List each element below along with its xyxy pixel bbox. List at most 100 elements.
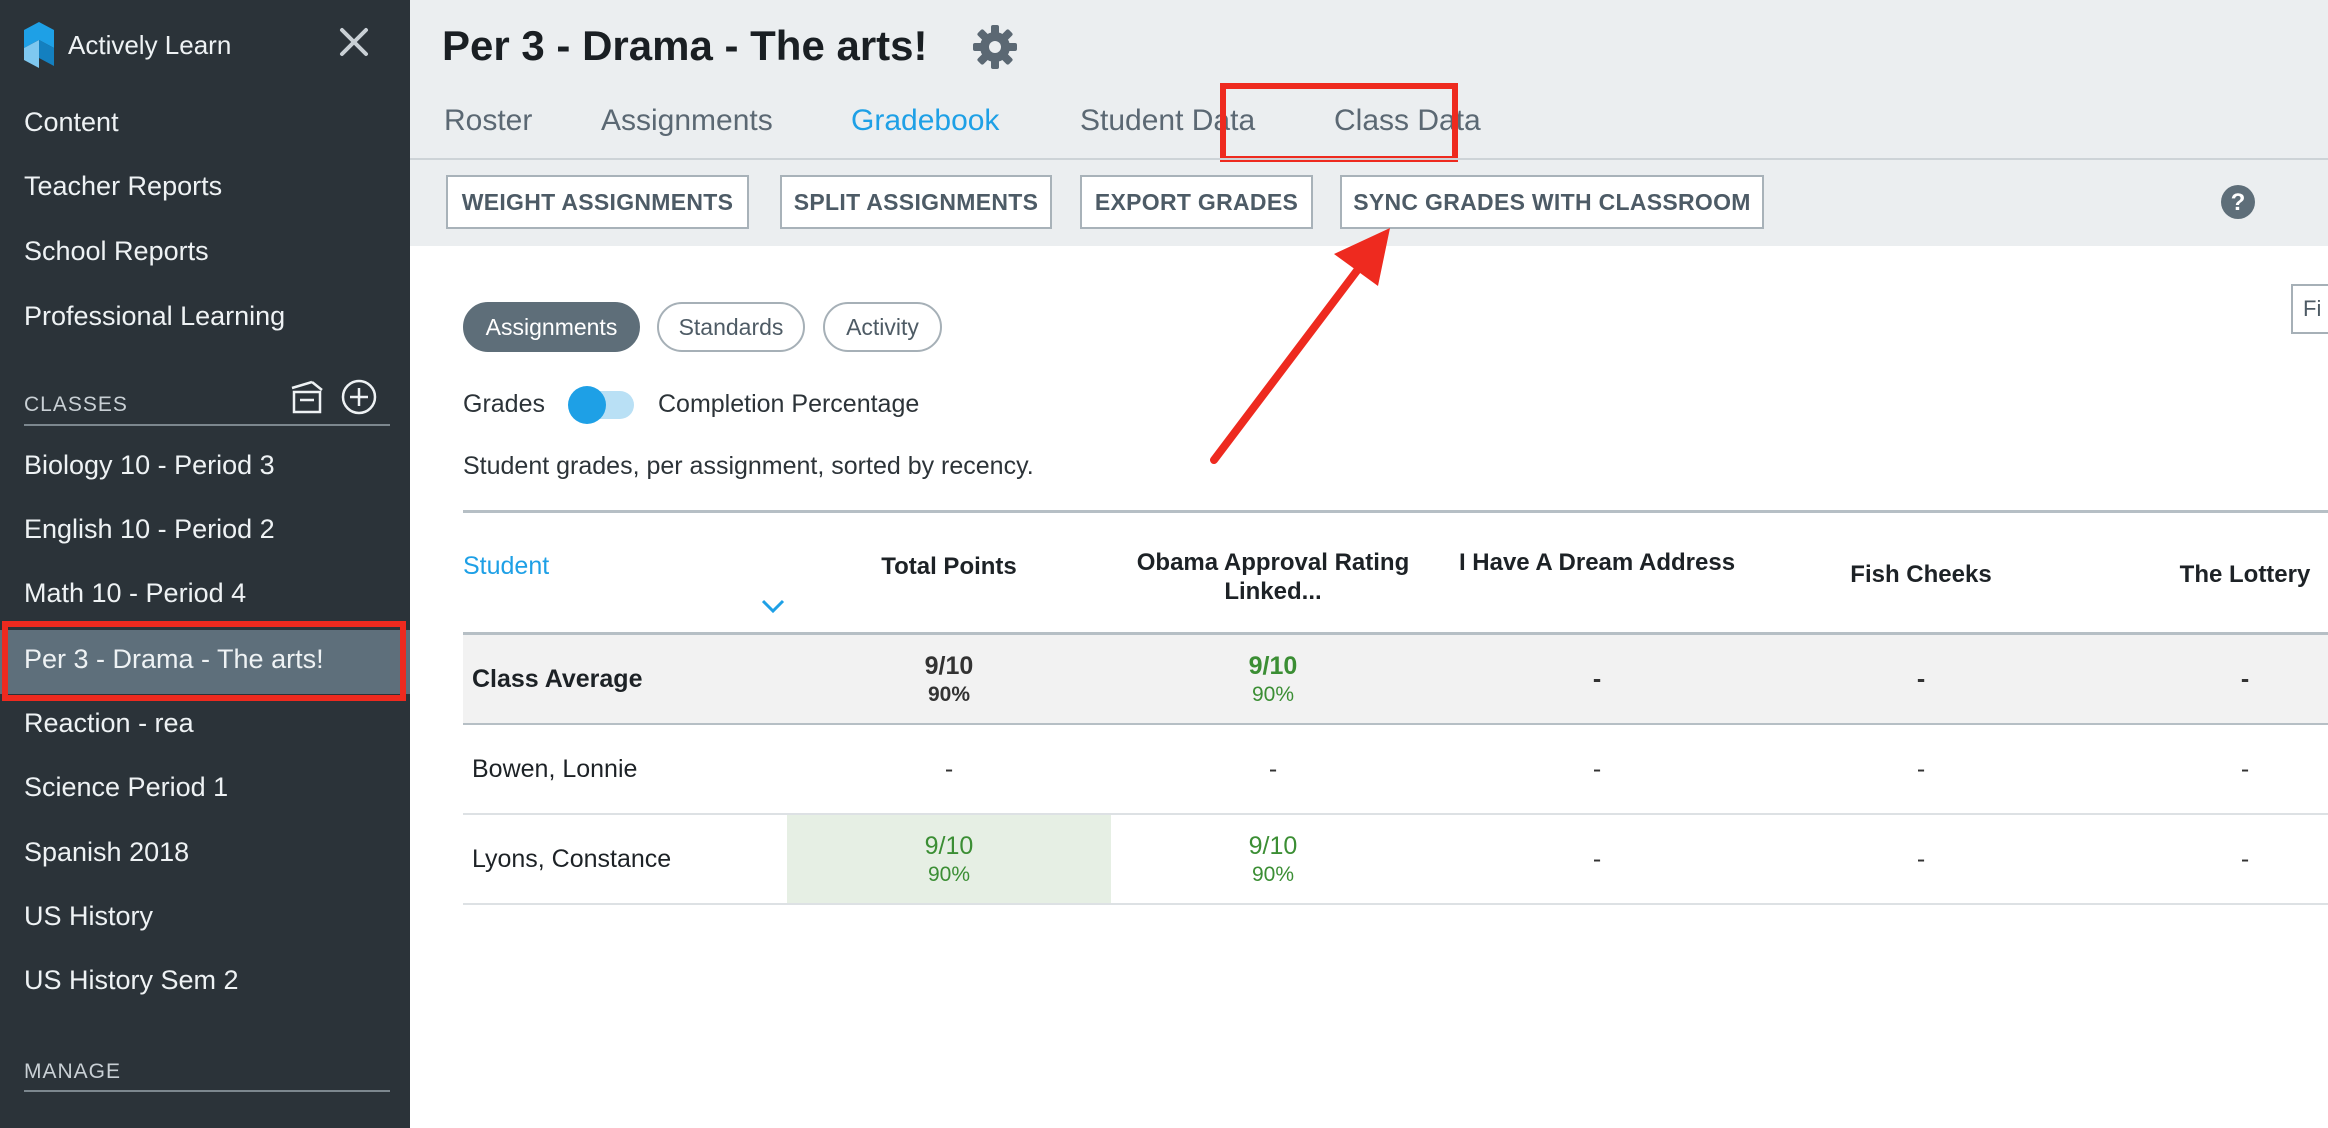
- class-item[interactable]: US History: [0, 887, 410, 951]
- row-label: Class Average: [472, 665, 643, 693]
- grade-cell[interactable]: 9/10 90%: [1111, 635, 1435, 723]
- table-description: Student grades, per assignment, sorted b…: [463, 452, 1034, 480]
- percent: 90%: [1251, 682, 1295, 706]
- class-item[interactable]: English 10 - Period 2: [0, 500, 410, 564]
- tab-gradebook[interactable]: Gradebook: [851, 104, 999, 138]
- score: 9/10: [924, 651, 974, 680]
- grade-cell[interactable]: -: [1759, 635, 2083, 723]
- column-header[interactable]: Obama Approval Rating Linked...: [1111, 548, 1435, 606]
- student-name[interactable]: Lyons, Constance: [472, 845, 671, 874]
- table-top-rule: [463, 510, 2328, 513]
- percent: 90%: [1251, 862, 1295, 886]
- grade-cell[interactable]: 9/10 90%: [787, 635, 1111, 723]
- nav-professional-learning[interactable]: Professional Learning: [24, 301, 285, 332]
- nav-teacher-reports[interactable]: Teacher Reports: [24, 171, 222, 202]
- score: -: [2240, 754, 2250, 783]
- active-class-highlight: [2, 621, 406, 701]
- tab-roster[interactable]: Roster: [444, 104, 532, 138]
- class-label: Science Period 1: [24, 772, 229, 802]
- brand[interactable]: Actively Learn: [20, 20, 231, 70]
- score: -: [1268, 754, 1278, 783]
- brand-name: Actively Learn: [68, 30, 232, 60]
- percent: 90%: [927, 862, 971, 886]
- grade-cell[interactable]: -: [2083, 725, 2328, 813]
- score: -: [1592, 844, 1602, 873]
- score: -: [1916, 754, 1926, 783]
- score: -: [2240, 844, 2250, 873]
- split-assignments-button[interactable]: SPLIT ASSIGNMENTS: [780, 175, 1052, 229]
- classes-divider: [24, 424, 390, 426]
- grades-label: Grades: [463, 390, 545, 418]
- column-header[interactable]: I Have A Dream Address: [1435, 548, 1759, 577]
- classes-heading: CLASSES: [24, 393, 128, 416]
- close-icon[interactable]: [336, 24, 372, 60]
- percent: 90%: [927, 682, 971, 706]
- completion-label: Completion Percentage: [658, 390, 920, 418]
- score: -: [1592, 754, 1602, 783]
- student-column-header[interactable]: Student: [463, 552, 663, 581]
- manage-heading: MANAGE: [24, 1060, 122, 1083]
- annotation-arrow: [1210, 228, 1390, 464]
- manage-divider: [24, 1090, 390, 1092]
- score: -: [1592, 664, 1602, 693]
- grade-cell[interactable]: -: [787, 725, 1111, 813]
- grade-cell[interactable]: -: [1111, 725, 1435, 813]
- class-item[interactable]: Biology 10 - Period 3: [0, 436, 410, 500]
- grade-cell[interactable]: 9/10 90%: [1111, 815, 1435, 903]
- page-title: Per 3 - Drama - The arts!: [442, 22, 928, 69]
- tab-assignments[interactable]: Assignments: [601, 104, 773, 138]
- toggle-knob: [568, 386, 606, 424]
- view-assignments-pill[interactable]: Assignments: [463, 302, 640, 352]
- actively-learn-logo: [24, 22, 54, 68]
- grade-cell[interactable]: -: [1759, 725, 2083, 813]
- grade-cell[interactable]: -: [1435, 725, 1759, 813]
- gear-icon[interactable]: [970, 22, 1020, 72]
- grades-completion-toggle[interactable]: [568, 386, 634, 424]
- class-item[interactable]: Spanish 2018: [0, 823, 410, 887]
- score: -: [1916, 844, 1926, 873]
- filter-button[interactable]: Fi: [2291, 284, 2328, 334]
- class-item[interactable]: US History Sem 2: [0, 951, 410, 1015]
- nav-content[interactable]: Content: [24, 107, 119, 138]
- column-header[interactable]: The Lottery: [2083, 560, 2328, 589]
- class-label: US History: [24, 901, 154, 931]
- svg-text:?: ?: [2231, 189, 2246, 216]
- class-label: Reaction - rea: [24, 708, 194, 738]
- grade-cell[interactable]: -: [1435, 815, 1759, 903]
- view-activity-pill[interactable]: Activity: [823, 302, 942, 352]
- header: Per 3 - Drama - The arts! Roster Assignm…: [410, 0, 2328, 246]
- view-standards-pill[interactable]: Standards: [657, 302, 805, 352]
- student-row[interactable]: Bowen, Lonnie - - - - -: [463, 725, 2328, 815]
- column-header[interactable]: Fish Cheeks: [1759, 560, 2083, 589]
- class-item[interactable]: Math 10 - Period 4: [0, 564, 410, 628]
- score: 9/10: [924, 831, 974, 860]
- grade-cell[interactable]: -: [1759, 815, 2083, 903]
- student-name[interactable]: Bowen, Lonnie: [472, 755, 637, 784]
- help-icon[interactable]: ?: [2220, 184, 2256, 220]
- class-label: English 10 - Period 2: [24, 514, 275, 544]
- score: 9/10: [1248, 831, 1298, 860]
- class-average-row: Class Average 9/10 90% 9/10 90% - - -: [463, 635, 2328, 725]
- score: -: [1916, 664, 1926, 693]
- nav-school-reports[interactable]: School Reports: [24, 236, 209, 267]
- score: -: [2240, 664, 2250, 693]
- column-header[interactable]: Total Points: [787, 552, 1111, 581]
- score: 9/10: [1248, 651, 1298, 680]
- active-tab-highlight: [1220, 83, 1458, 162]
- chevron-down-icon[interactable]: [759, 596, 787, 616]
- class-item[interactable]: Science Period 1: [0, 758, 410, 822]
- add-circle-icon[interactable]: [340, 378, 378, 416]
- class-label: Biology 10 - Period 3: [24, 450, 275, 480]
- grade-cell[interactable]: -: [2083, 815, 2328, 903]
- class-item[interactable]: Reaction - rea: [0, 694, 410, 758]
- archive-icon[interactable]: [288, 378, 326, 416]
- tab-divider: [410, 158, 2328, 160]
- sidebar: Actively Learn Content Teacher Reports S…: [0, 0, 410, 1128]
- class-label: US History Sem 2: [24, 965, 239, 995]
- student-row[interactable]: Lyons, Constance 9/10 90% 9/10 90% - - -: [463, 815, 2328, 905]
- sync-grades-button[interactable]: SYNC GRADES WITH CLASSROOM: [1340, 175, 1764, 229]
- grade-cell[interactable]: 9/10 90%: [787, 815, 1111, 903]
- weight-assignments-button[interactable]: WEIGHT ASSIGNMENTS: [446, 175, 749, 229]
- grade-cell[interactable]: -: [1435, 635, 1759, 723]
- grade-cell[interactable]: -: [2083, 635, 2328, 723]
